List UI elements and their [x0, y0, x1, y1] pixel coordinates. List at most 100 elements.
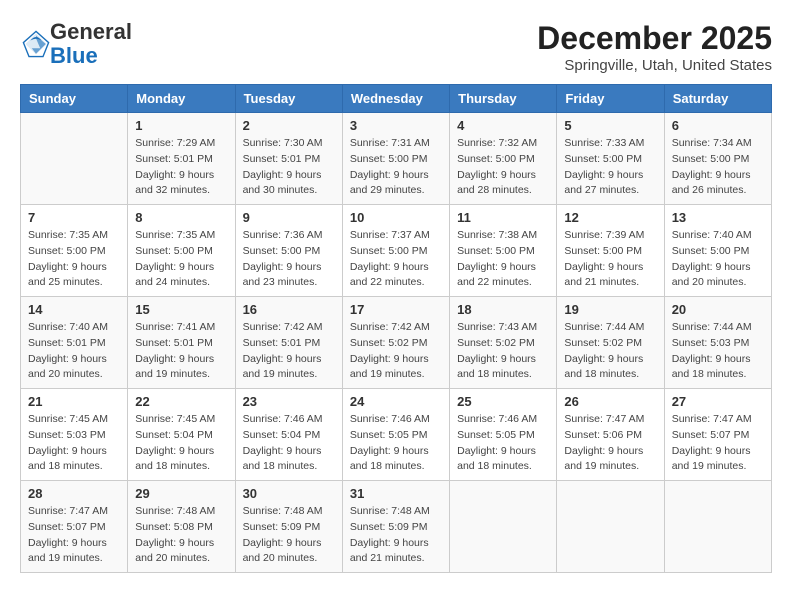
weekday-header-friday: Friday: [557, 85, 664, 113]
day-info: Sunrise: 7:37 AMSunset: 5:00 PMDaylight:…: [350, 228, 442, 291]
day-number: 6: [672, 118, 764, 133]
day-info: Sunrise: 7:33 AMSunset: 5:00 PMDaylight:…: [564, 136, 656, 199]
day-number: 17: [350, 302, 442, 317]
day-info: Sunrise: 7:46 AMSunset: 5:05 PMDaylight:…: [350, 412, 442, 475]
week-row-3: 14 Sunrise: 7:40 AMSunset: 5:01 PMDayligh…: [21, 297, 772, 389]
day-number: 8: [135, 210, 227, 225]
calendar-cell: 25 Sunrise: 7:46 AMSunset: 5:05 PMDayligh…: [450, 389, 557, 481]
calendar-cell: 23Sunrise: 7:46 AMSunset: 5:04 PMDayligh…: [235, 389, 342, 481]
day-info: Sunrise: 7:45 AMSunset: 5:03 PMDaylight:…: [28, 412, 120, 475]
logo-general: General: [50, 20, 132, 44]
calendar-cell: 11 Sunrise: 7:38 AMSunset: 5:00 PMDayligh…: [450, 205, 557, 297]
calendar-cell: 7 Sunrise: 7:35 AMSunset: 5:00 PMDaylight…: [21, 205, 128, 297]
day-number: 12: [564, 210, 656, 225]
logo-icon: [22, 30, 50, 58]
calendar-cell: 2 Sunrise: 7:30 AMSunset: 5:01 PMDaylight…: [235, 113, 342, 205]
calendar-cell: 1 Sunrise: 7:29 AMSunset: 5:01 PMDaylight…: [128, 113, 235, 205]
calendar-cell: 4 Sunrise: 7:32 AMSunset: 5:00 PMDaylight…: [450, 113, 557, 205]
weekday-header-saturday: Saturday: [664, 85, 771, 113]
day-info: Sunrise: 7:42 AMSunset: 5:01 PMDaylight:…: [243, 320, 335, 383]
calendar-cell: 12 Sunrise: 7:39 AMSunset: 5:00 PMDayligh…: [557, 205, 664, 297]
calendar-cell: [557, 481, 664, 573]
day-number: 1: [135, 118, 227, 133]
day-number: 14: [28, 302, 120, 317]
calendar-cell: 20Sunrise: 7:44 AMSunset: 5:03 PMDayligh…: [664, 297, 771, 389]
calendar-cell: 10 Sunrise: 7:37 AMSunset: 5:00 PMDayligh…: [342, 205, 449, 297]
month-title: December 2025: [537, 20, 772, 57]
day-info: Sunrise: 7:31 AMSunset: 5:00 PMDaylight:…: [350, 136, 442, 199]
day-info: Sunrise: 7:47 AMSunset: 5:07 PMDaylight:…: [672, 412, 764, 475]
day-number: 4: [457, 118, 549, 133]
day-number: 31: [350, 486, 442, 501]
day-number: 16: [243, 302, 335, 317]
day-info: Sunrise: 7:48 AMSunset: 5:08 PMDaylight:…: [135, 504, 227, 567]
calendar-cell: 18Sunrise: 7:43 AMSunset: 5:02 PMDayligh…: [450, 297, 557, 389]
day-info: Sunrise: 7:38 AMSunset: 5:00 PMDaylight:…: [457, 228, 549, 291]
week-row-5: 28 Sunrise: 7:47 AMSunset: 5:07 PMDayligh…: [21, 481, 772, 573]
day-number: 29: [135, 486, 227, 501]
weekday-header-wednesday: Wednesday: [342, 85, 449, 113]
day-info: Sunrise: 7:44 AMSunset: 5:02 PMDaylight:…: [564, 320, 656, 383]
day-number: 27: [672, 394, 764, 409]
day-info: Sunrise: 7:48 AMSunset: 5:09 PMDaylight:…: [243, 504, 335, 567]
week-row-2: 7 Sunrise: 7:35 AMSunset: 5:00 PMDaylight…: [21, 205, 772, 297]
day-number: 28: [28, 486, 120, 501]
calendar-table: SundayMondayTuesdayWednesdayThursdayFrid…: [20, 84, 772, 573]
calendar-cell: 17 Sunrise: 7:42 AMSunset: 5:02 PMDayligh…: [342, 297, 449, 389]
calendar-cell: 22Sunrise: 7:45 AMSunset: 5:04 PMDayligh…: [128, 389, 235, 481]
calendar-cell: 30Sunrise: 7:48 AMSunset: 5:09 PMDayligh…: [235, 481, 342, 573]
calendar-cell: [450, 481, 557, 573]
day-number: 26: [564, 394, 656, 409]
day-info: Sunrise: 7:39 AMSunset: 5:00 PMDaylight:…: [564, 228, 656, 291]
page-header: General Blue December 2025 Springville, …: [20, 20, 772, 74]
day-info: Sunrise: 7:40 AMSunset: 5:00 PMDaylight:…: [672, 228, 764, 291]
day-info: Sunrise: 7:42 AMSunset: 5:02 PMDaylight:…: [350, 320, 442, 383]
calendar-cell: 8 Sunrise: 7:35 AMSunset: 5:00 PMDaylight…: [128, 205, 235, 297]
weekday-header-thursday: Thursday: [450, 85, 557, 113]
calendar-cell: 6Sunrise: 7:34 AMSunset: 5:00 PMDaylight…: [664, 113, 771, 205]
calendar-cell: [664, 481, 771, 573]
day-info: Sunrise: 7:40 AMSunset: 5:01 PMDaylight:…: [28, 320, 120, 383]
calendar-cell: 21 Sunrise: 7:45 AMSunset: 5:03 PMDayligh…: [21, 389, 128, 481]
calendar-cell: 29 Sunrise: 7:48 AMSunset: 5:08 PMDayligh…: [128, 481, 235, 573]
day-number: 19: [564, 302, 656, 317]
day-number: 11: [457, 210, 549, 225]
weekday-header-sunday: Sunday: [21, 85, 128, 113]
calendar-cell: 31Sunrise: 7:48 AMSunset: 5:09 PMDayligh…: [342, 481, 449, 573]
weekday-header-tuesday: Tuesday: [235, 85, 342, 113]
week-row-1: 1 Sunrise: 7:29 AMSunset: 5:01 PMDaylight…: [21, 113, 772, 205]
weekday-header-row: SundayMondayTuesdayWednesdayThursdayFrid…: [21, 85, 772, 113]
day-info: Sunrise: 7:30 AMSunset: 5:01 PMDaylight:…: [243, 136, 335, 199]
day-info: Sunrise: 7:32 AMSunset: 5:00 PMDaylight:…: [457, 136, 549, 199]
calendar-cell: 24 Sunrise: 7:46 AMSunset: 5:05 PMDayligh…: [342, 389, 449, 481]
day-number: 25: [457, 394, 549, 409]
day-number: 10: [350, 210, 442, 225]
day-info: Sunrise: 7:35 AMSunset: 5:00 PMDaylight:…: [28, 228, 120, 291]
calendar-cell: 13 Sunrise: 7:40 AMSunset: 5:00 PMDayligh…: [664, 205, 771, 297]
day-info: Sunrise: 7:35 AMSunset: 5:00 PMDaylight:…: [135, 228, 227, 291]
day-info: Sunrise: 7:47 AMSunset: 5:06 PMDaylight:…: [564, 412, 656, 475]
calendar-cell: 5 Sunrise: 7:33 AMSunset: 5:00 PMDaylight…: [557, 113, 664, 205]
calendar-cell: 28 Sunrise: 7:47 AMSunset: 5:07 PMDayligh…: [21, 481, 128, 573]
day-number: 3: [350, 118, 442, 133]
day-number: 7: [28, 210, 120, 225]
day-number: 21: [28, 394, 120, 409]
title-block: December 2025 Springville, Utah, United …: [537, 20, 772, 74]
day-info: Sunrise: 7:36 AMSunset: 5:00 PMDaylight:…: [243, 228, 335, 291]
day-number: 24: [350, 394, 442, 409]
day-number: 23: [243, 394, 335, 409]
calendar-cell: 16 Sunrise: 7:42 AMSunset: 5:01 PMDayligh…: [235, 297, 342, 389]
day-number: 5: [564, 118, 656, 133]
logo-blue: Blue: [50, 44, 132, 68]
day-info: Sunrise: 7:47 AMSunset: 5:07 PMDaylight:…: [28, 504, 120, 567]
calendar-cell: 19 Sunrise: 7:44 AMSunset: 5:02 PMDayligh…: [557, 297, 664, 389]
day-info: Sunrise: 7:46 AMSunset: 5:05 PMDaylight:…: [457, 412, 549, 475]
day-number: 2: [243, 118, 335, 133]
day-number: 13: [672, 210, 764, 225]
calendar-cell: [21, 113, 128, 205]
day-info: Sunrise: 7:44 AMSunset: 5:03 PMDaylight:…: [672, 320, 764, 383]
calendar-cell: 27 Sunrise: 7:47 AMSunset: 5:07 PMDayligh…: [664, 389, 771, 481]
day-info: Sunrise: 7:41 AMSunset: 5:01 PMDaylight:…: [135, 320, 227, 383]
week-row-4: 21 Sunrise: 7:45 AMSunset: 5:03 PMDayligh…: [21, 389, 772, 481]
day-info: Sunrise: 7:29 AMSunset: 5:01 PMDaylight:…: [135, 136, 227, 199]
